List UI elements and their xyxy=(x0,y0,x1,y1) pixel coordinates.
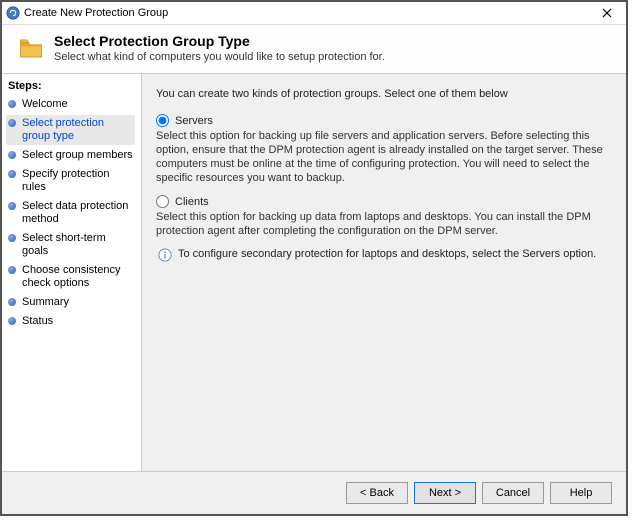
wizard-main: You can create two kinds of protection g… xyxy=(142,74,626,471)
sidebar-item-welcome[interactable]: Welcome xyxy=(6,96,135,113)
intro-text: You can create two kinds of protection g… xyxy=(156,84,612,114)
next-button[interactable]: Next > xyxy=(414,482,476,504)
bullet-icon xyxy=(8,170,16,178)
info-row: To configure secondary protection for la… xyxy=(156,248,612,262)
sidebar-item-status[interactable]: Status xyxy=(6,313,135,330)
page-title: Select Protection Group Type xyxy=(54,33,616,51)
bullet-icon xyxy=(8,266,16,274)
bullet-icon xyxy=(8,317,16,325)
bullet-icon xyxy=(8,298,16,306)
radio-row-clients[interactable]: Clients xyxy=(156,195,612,208)
steps-sidebar: Steps: Welcome Select protection group ty… xyxy=(2,74,142,471)
sidebar-item-label: Select group members xyxy=(22,149,135,162)
help-button[interactable]: Help xyxy=(550,482,612,504)
bullet-icon xyxy=(8,100,16,108)
radio-row-servers[interactable]: Servers xyxy=(156,114,612,127)
sidebar-item-label: Specify protection rules xyxy=(22,168,135,194)
titlebar: Create New Protection Group xyxy=(2,2,626,25)
option-label: Clients xyxy=(175,196,209,208)
sidebar-item-label: Summary xyxy=(22,296,135,309)
option-description: Select this option for backing up data f… xyxy=(156,210,612,238)
radio-clients[interactable] xyxy=(156,195,169,208)
sidebar-item-label: Select data protection method xyxy=(22,200,135,226)
sidebar-item-label: Select protection group type xyxy=(22,117,135,143)
bullet-icon xyxy=(8,119,16,127)
close-button[interactable] xyxy=(592,3,622,23)
option-servers: Servers Select this option for backing up… xyxy=(156,114,612,185)
info-icon xyxy=(158,248,172,262)
wizard-body: Steps: Welcome Select protection group ty… xyxy=(2,74,626,471)
wizard-footer: < Back Next > Cancel Help xyxy=(2,471,626,514)
folder-icon xyxy=(18,35,44,61)
option-label: Servers xyxy=(175,115,213,127)
back-button[interactable]: < Back xyxy=(346,482,408,504)
sidebar-item-specify-protection-rules[interactable]: Specify protection rules xyxy=(6,166,135,196)
sidebar-item-label: Choose consistency check options xyxy=(22,264,135,290)
wizard-header: Select Protection Group Type Select what… xyxy=(2,25,626,74)
window-title: Create New Protection Group xyxy=(24,7,592,19)
sidebar-item-select-short-term-goals[interactable]: Select short-term goals xyxy=(6,230,135,260)
cancel-button[interactable]: Cancel xyxy=(482,482,544,504)
steps-title: Steps: xyxy=(6,78,135,96)
page-subtitle: Select what kind of computers you would … xyxy=(54,51,616,63)
sidebar-item-select-protection-group-type[interactable]: Select protection group type xyxy=(6,115,135,145)
close-icon xyxy=(602,8,612,18)
sidebar-item-label: Select short-term goals xyxy=(22,232,135,258)
app-icon xyxy=(6,6,20,20)
info-text: To configure secondary protection for la… xyxy=(178,248,596,260)
radio-servers[interactable] xyxy=(156,114,169,127)
sidebar-item-summary[interactable]: Summary xyxy=(6,294,135,311)
sidebar-item-label: Status xyxy=(22,315,135,328)
sidebar-item-select-group-members[interactable]: Select group members xyxy=(6,147,135,164)
sidebar-item-choose-consistency-check-options[interactable]: Choose consistency check options xyxy=(6,262,135,292)
option-description: Select this option for backing up file s… xyxy=(156,129,612,185)
bullet-icon xyxy=(8,151,16,159)
bullet-icon xyxy=(8,234,16,242)
sidebar-item-select-data-protection-method[interactable]: Select data protection method xyxy=(6,198,135,228)
wizard-window: Create New Protection Group Select Prote… xyxy=(0,0,628,516)
option-clients: Clients Select this option for backing up… xyxy=(156,195,612,238)
bullet-icon xyxy=(8,202,16,210)
sidebar-item-label: Welcome xyxy=(22,98,135,111)
